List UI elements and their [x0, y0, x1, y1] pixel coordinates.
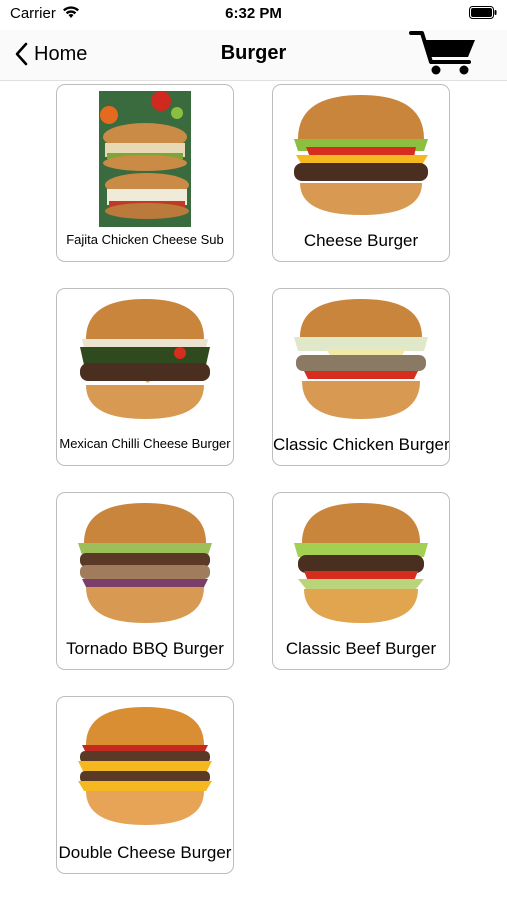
product-card[interactable]: Double Cheese Burger	[56, 696, 234, 874]
product-name: Classic Chicken Burger	[273, 435, 449, 454]
burger-image	[78, 707, 212, 825]
burger-image	[294, 503, 428, 623]
product-name: Fajita Chicken Cheese Sub	[66, 232, 224, 247]
clock: 6:32 PM	[225, 5, 282, 22]
status-bar: Carrier 6:32 PM	[0, 0, 507, 30]
burger-image	[78, 503, 212, 623]
product-name: Cheese Burger	[303, 231, 419, 250]
burger-image	[80, 299, 210, 419]
navigation-bar: Home Burger	[0, 30, 507, 81]
product-name: Mexican Chilli Cheese Burger	[59, 436, 231, 451]
product-name: Classic Beef Burger	[285, 639, 437, 658]
product-card[interactable]: Cheese Burger	[272, 84, 450, 262]
burger-image	[294, 95, 428, 215]
battery-icon	[469, 6, 497, 19]
sub-sandwich-image	[99, 91, 191, 227]
cart-icon[interactable]	[409, 30, 479, 78]
burger-image	[294, 299, 428, 419]
product-name: Double Cheese Burger	[58, 843, 232, 862]
product-card[interactable]: Tornado BBQ Burger	[56, 492, 234, 670]
product-card[interactable]: Fajita Chicken Cheese Sub	[56, 84, 234, 262]
product-card[interactable]: Classic Beef Burger	[272, 492, 450, 670]
product-card[interactable]: Classic Chicken Burger	[272, 288, 450, 466]
product-name: Tornado BBQ Burger	[66, 639, 224, 658]
product-card[interactable]: Mexican Chilli Cheese Burger	[56, 288, 234, 466]
